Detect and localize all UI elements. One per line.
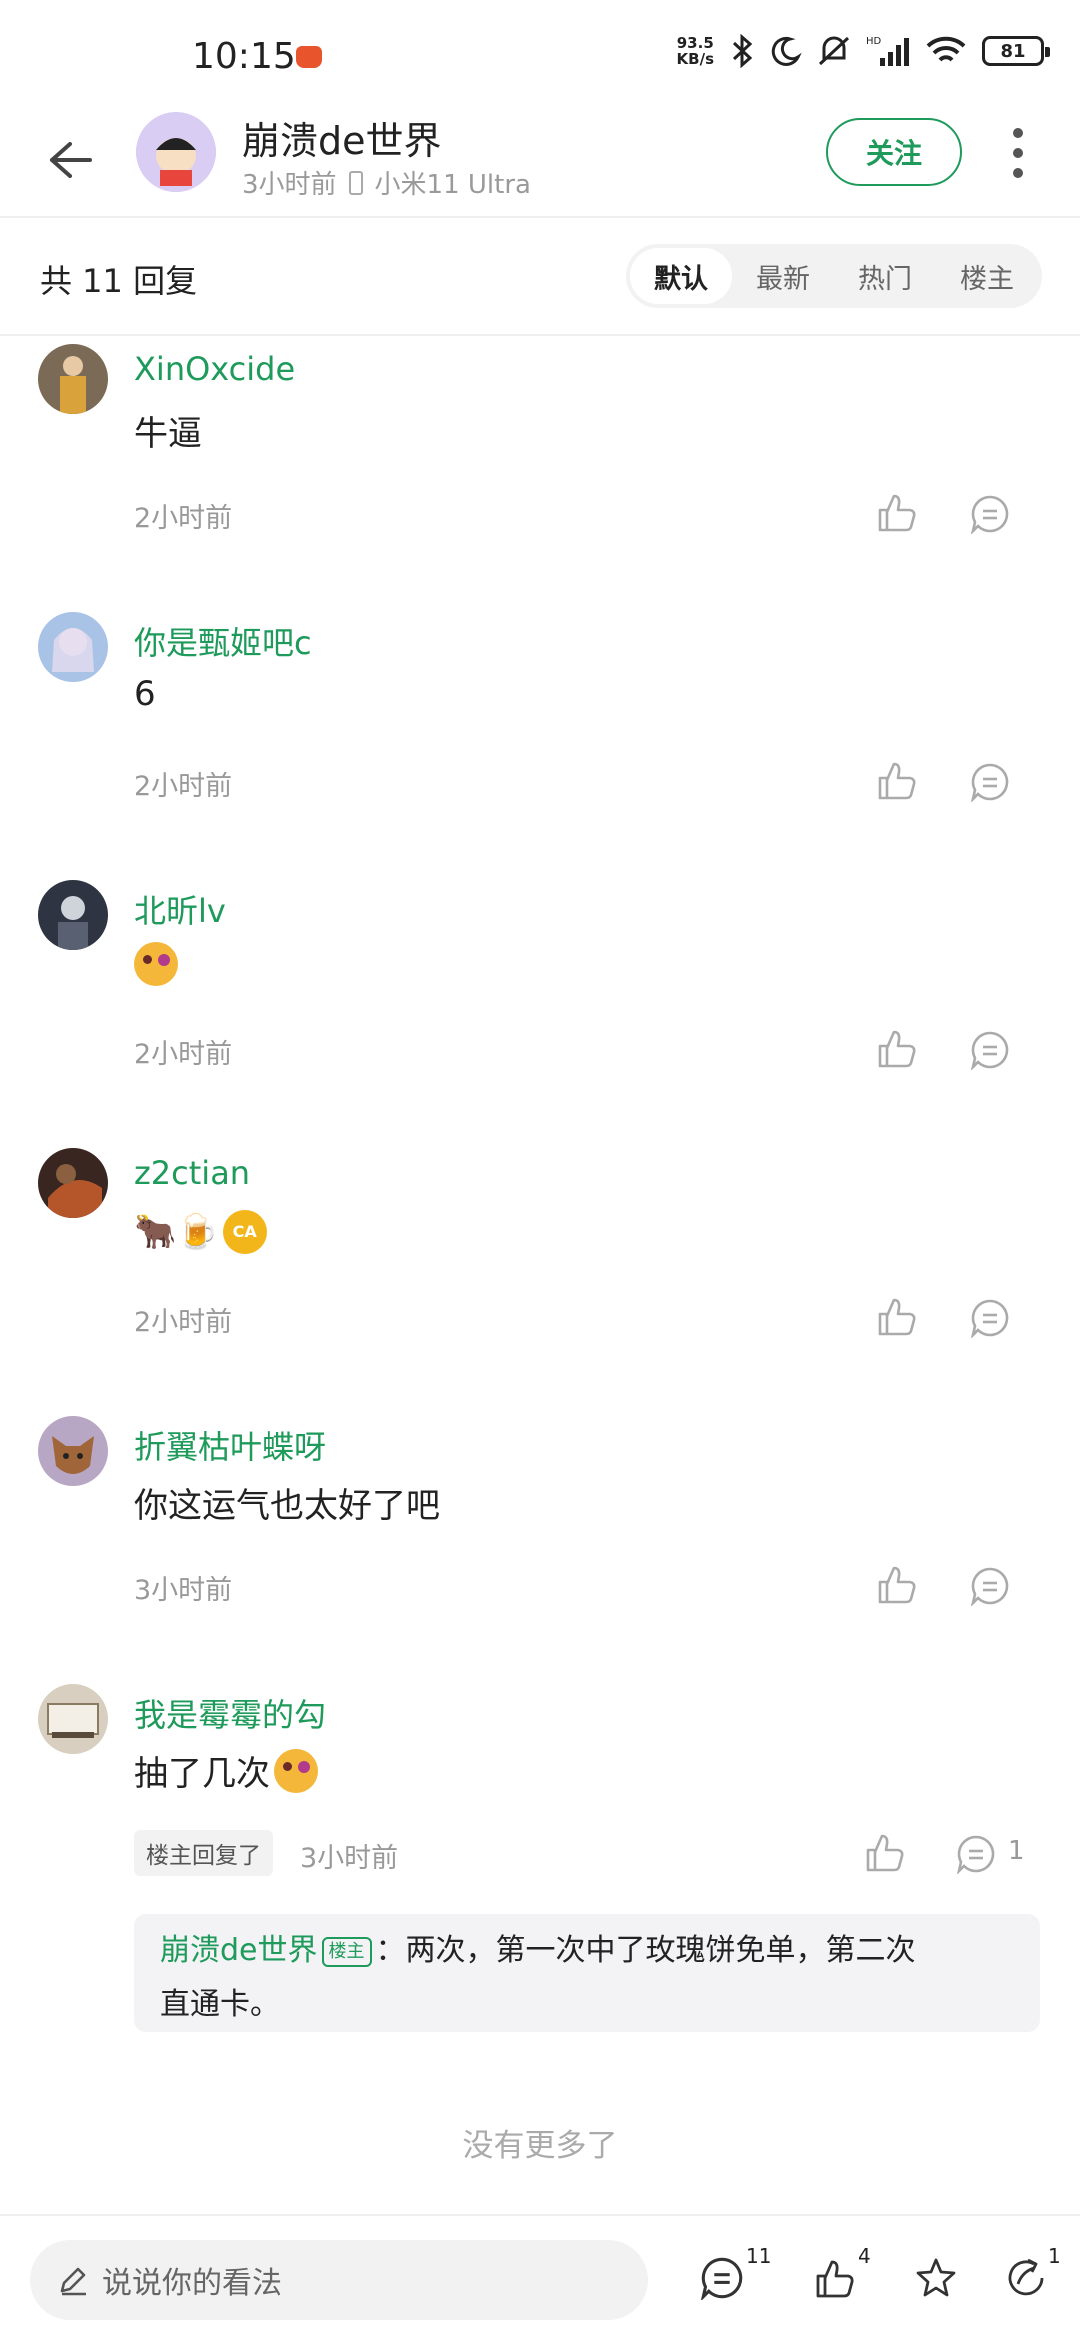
no-more-label: 没有更多了 [462, 2128, 618, 2164]
like-icon[interactable] [812, 2256, 856, 2300]
moon-icon [771, 36, 802, 66]
owner-reply-name[interactable]: 崩溃de世界 [160, 1933, 318, 1968]
comment-icon[interactable] [956, 1834, 996, 1874]
commenter-avatar[interactable] [38, 612, 108, 682]
sort-tabs: 默认 最新 热门 楼主 [626, 244, 1042, 308]
phone-icon [348, 170, 363, 195]
comment-text: 你这运气也太好了吧 [134, 1486, 440, 1526]
more-options-icon[interactable] [1008, 128, 1028, 178]
owner-reply-text-cont: 直通卡。 [160, 1987, 280, 2022]
like-icon[interactable] [874, 1562, 918, 1606]
status-bar: 10:15 93.5 KB/s HD 81 [0, 0, 1080, 110]
net-speed: 93.5 KB/s [676, 34, 714, 68]
comment-content [134, 942, 178, 986]
emoji-sticker-icon [134, 942, 178, 986]
comment-icon[interactable] [970, 1298, 1010, 1338]
status-time: 10:15 [192, 36, 296, 77]
signal-icon: HD [866, 36, 909, 66]
tab-owner[interactable]: 楼主 [936, 248, 1038, 304]
comments-count: 11 [746, 2244, 772, 2268]
comment-time: 3小时前 [300, 1843, 399, 1874]
comment-icon[interactable] [970, 762, 1010, 802]
mute-icon [818, 36, 850, 66]
tab-hot[interactable]: 热门 [834, 248, 936, 304]
app-notification-icon [296, 46, 322, 68]
follow-button[interactable]: 关注 [826, 118, 962, 186]
likes-count: 4 [858, 2244, 871, 2268]
wifi-icon [926, 36, 966, 62]
like-icon[interactable] [874, 490, 918, 534]
comment-emoji-text: 🐂🍺 [134, 1212, 219, 1252]
comment-icon[interactable] [970, 1030, 1010, 1070]
comment-time: 3小时前 [134, 1575, 233, 1606]
owner-reply-text: ：两次，第一次中了玫瑰饼免单，第二次 [375, 1933, 916, 1968]
commenter-name[interactable]: XinOxcide [134, 350, 295, 388]
pencil-icon [60, 2267, 86, 2296]
svg-text:HD: HD [866, 36, 882, 47]
commenter-avatar[interactable] [38, 344, 108, 414]
share-count: 1 [1048, 2244, 1061, 2268]
tab-latest[interactable]: 最新 [732, 248, 834, 304]
comment-text: 抽了几次 [134, 1754, 270, 1794]
device-name: 小米11 Ultra [374, 170, 531, 200]
comment-time: 2小时前 [134, 1307, 233, 1338]
coin-icon: CA [222, 1210, 267, 1254]
owner-replied-badge: 楼主回复了 [134, 1830, 273, 1876]
commenter-name[interactable]: 北昕lv [134, 886, 226, 932]
owner-reply[interactable]: 崩溃de世界 楼主 ：两次，第一次中了玫瑰饼免单，第二次 直通卡。 [134, 1914, 1040, 2032]
status-icons: 93.5 KB/s HD 81 [676, 34, 1050, 68]
comment-content: 🐂🍺 CA [134, 1210, 267, 1254]
bluetooth-icon [732, 34, 753, 68]
comment-text: 6 [134, 674, 156, 714]
commenter-avatar[interactable] [38, 1416, 108, 1486]
comment-input-placeholder: 说说你的看法 [102, 2266, 282, 2301]
commenter-avatar[interactable] [38, 1684, 108, 1754]
comments-icon[interactable] [700, 2256, 744, 2300]
post-time: 3小时前 [242, 170, 337, 200]
post-header: 崩溃de世界 3小时前 小米11 Ultra 关注 [0, 110, 1080, 220]
arrow-left-icon [50, 142, 92, 178]
divider [0, 216, 1080, 218]
author-avatar[interactable] [136, 112, 216, 192]
commenter-name[interactable]: 我是霉霉的勾 [134, 1690, 326, 1736]
bottom-action-bar: 说说你的看法 11 4 1 [0, 2214, 1080, 2340]
author-name[interactable]: 崩溃de世界 [242, 110, 442, 165]
tab-default[interactable]: 默认 [630, 248, 732, 304]
star-icon[interactable] [914, 2256, 958, 2300]
commenter-avatar[interactable] [38, 1148, 108, 1218]
comment-icon[interactable] [970, 494, 1010, 534]
back-button[interactable] [40, 130, 100, 190]
commenter-avatar[interactable] [38, 880, 108, 950]
commenter-name[interactable]: 折翼枯叶蝶呀 [134, 1422, 326, 1468]
share-icon[interactable] [1004, 2256, 1048, 2300]
comment-time: 2小时前 [134, 771, 233, 802]
battery-icon: 81 [982, 36, 1050, 66]
comment-time: 2小时前 [134, 503, 233, 534]
emoji-sticker-icon [274, 1748, 318, 1793]
divider [0, 334, 1080, 336]
post-meta: 3小时前 小米11 Ultra [242, 164, 531, 201]
like-icon[interactable] [874, 758, 918, 802]
commenter-name[interactable]: 你是甄姬吧c [134, 618, 312, 664]
comment-input[interactable]: 说说你的看法 [30, 2240, 648, 2320]
like-icon[interactable] [874, 1294, 918, 1338]
like-icon[interactable] [862, 1830, 906, 1874]
comment-content: 抽了几次 [134, 1746, 318, 1795]
reply-count: 共 11 回复 [40, 262, 198, 300]
comment-text: 牛逼 [134, 414, 202, 454]
commenter-name[interactable]: z2ctian [134, 1154, 250, 1192]
comment-icon[interactable] [970, 1566, 1010, 1606]
comment-time: 2小时前 [134, 1039, 233, 1070]
owner-badge: 楼主 [321, 1936, 372, 1967]
reply-count-badge: 1 [1008, 1836, 1025, 1866]
like-icon[interactable] [874, 1026, 918, 1070]
